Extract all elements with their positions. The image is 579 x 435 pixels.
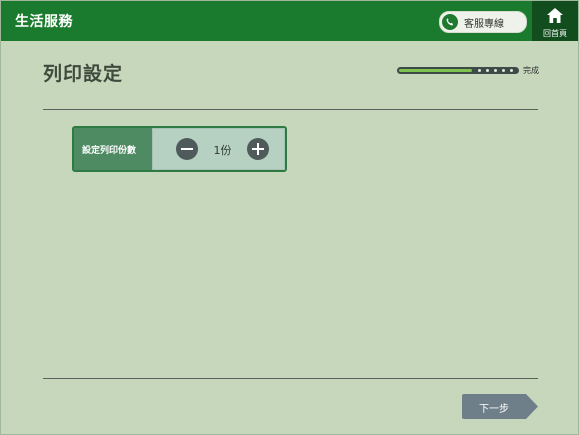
progress-bar (397, 67, 519, 74)
next-step-button[interactable]: 下一步 (462, 394, 538, 419)
home-button[interactable]: 回首頁 (532, 1, 578, 41)
setting-label-area: 設定列印份數 (74, 128, 152, 170)
progress-step-dot (502, 69, 505, 72)
app-title: 生活服務 (15, 14, 73, 30)
app-frame: 生活服務 客服專線 回首頁 列印設定 完成 設定列印份數 1份 下一步 (0, 0, 579, 435)
decrease-copies-button[interactable] (176, 138, 198, 160)
print-copies-setting: 設定列印份數 1份 (72, 126, 287, 172)
copies-stepper: 1份 (152, 128, 285, 170)
divider-bottom (43, 378, 538, 379)
home-icon (546, 7, 564, 29)
top-bar: 生活服務 客服專線 回首頁 (1, 1, 578, 41)
progress-complete-label: 完成 (523, 66, 539, 75)
divider-top (43, 109, 538, 110)
progress-step-dot (494, 69, 497, 72)
increase-copies-button[interactable] (247, 138, 269, 160)
minus-icon (181, 148, 193, 150)
home-label: 回首頁 (543, 29, 567, 38)
next-step-label: 下一步 (479, 404, 509, 415)
copies-value: 1份 (213, 144, 232, 157)
progress-fill (399, 69, 472, 72)
progress-step-dot (510, 69, 513, 72)
page-title: 列印設定 (43, 63, 124, 85)
print-copies-label: 設定列印份數 (82, 146, 137, 156)
progress-step-dot (478, 69, 481, 72)
progress-step-dot (486, 69, 489, 72)
hotline-label: 客服專線 (464, 19, 504, 30)
customer-service-hotline-button[interactable]: 客服專線 (439, 11, 527, 33)
phone-icon (442, 14, 458, 30)
